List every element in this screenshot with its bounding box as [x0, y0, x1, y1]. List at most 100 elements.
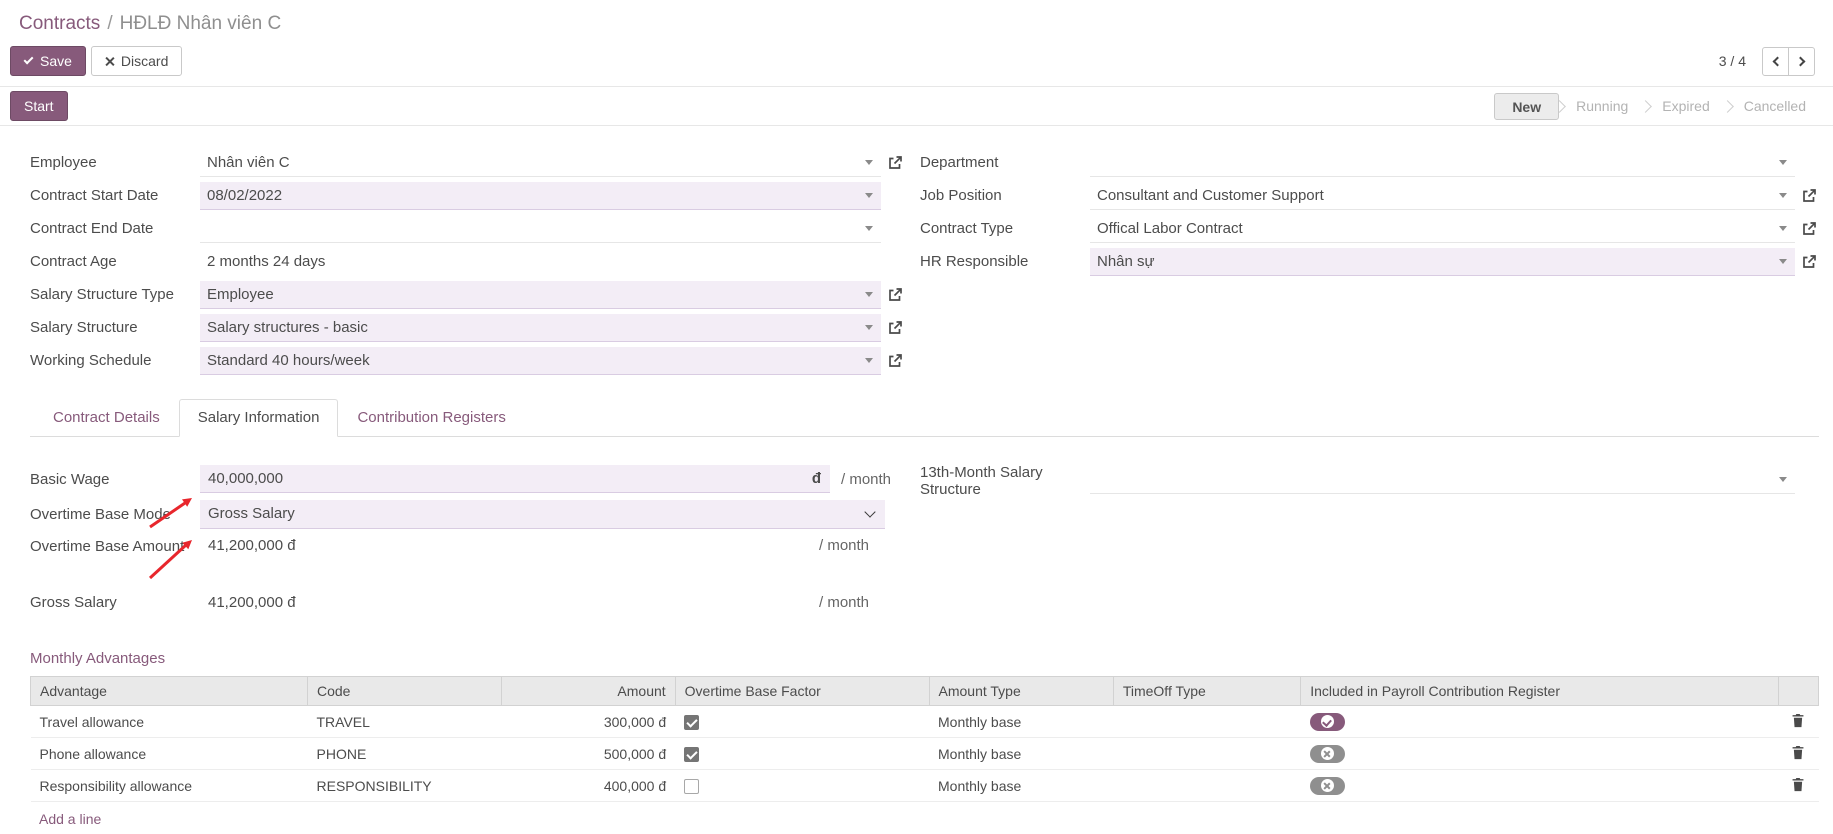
add-a-line-link[interactable]: Add a line: [39, 811, 101, 827]
column-amount-type[interactable]: Amount Type: [929, 677, 1113, 706]
delete-row-icon[interactable]: [1791, 777, 1805, 792]
column-code[interactable]: Code: [308, 677, 502, 706]
amount-type-cell[interactable]: Monthly base: [929, 770, 1113, 802]
salary-structure-type-input[interactable]: Employee: [200, 281, 881, 309]
dropdown-caret-icon[interactable]: [1779, 226, 1787, 231]
external-link-icon[interactable]: [887, 353, 905, 369]
timeoff-type-cell[interactable]: [1113, 738, 1300, 770]
salary-right-column: 13th-Month Salary Structure: [920, 464, 1819, 622]
external-link-icon[interactable]: [1801, 254, 1819, 270]
included-toggle[interactable]: [1310, 713, 1345, 731]
amount-type-cell[interactable]: Monthly base: [929, 706, 1113, 738]
dropdown-caret-icon[interactable]: [865, 226, 873, 231]
dropdown-caret-icon[interactable]: [1779, 477, 1787, 482]
row-actions-cell[interactable]: [1778, 770, 1818, 802]
overtime-factor-cell[interactable]: [675, 738, 929, 770]
advantage-name-cell[interactable]: Phone allowance: [31, 738, 308, 770]
salary-structure-label: Salary Structure: [30, 319, 200, 336]
external-link-icon[interactable]: [887, 287, 905, 303]
basic-wage-suffix: / month: [841, 471, 891, 488]
contract-type-input[interactable]: Offical Labor Contract: [1090, 215, 1795, 243]
advantage-code-cell[interactable]: TRAVEL: [308, 706, 502, 738]
salary-structure-input[interactable]: Salary structures - basic: [200, 314, 881, 342]
external-link-icon[interactable]: [1801, 221, 1819, 237]
overtime-factor-cell[interactable]: [675, 770, 929, 802]
delete-row-icon[interactable]: [1791, 745, 1805, 760]
timeoff-type-cell[interactable]: [1113, 706, 1300, 738]
tab-salary-information[interactable]: Salary Information: [179, 399, 339, 437]
employee-input[interactable]: Nhân viên C: [200, 149, 881, 177]
row-actions-cell[interactable]: [1778, 706, 1818, 738]
tab-contribution-registers[interactable]: Contribution Registers: [338, 399, 524, 437]
job-position-input[interactable]: Consultant and Customer Support: [1090, 182, 1795, 210]
included-cell[interactable]: [1301, 738, 1778, 770]
advantage-code-cell[interactable]: RESPONSIBILITY: [308, 770, 502, 802]
external-link-icon[interactable]: [887, 155, 905, 171]
stage-running[interactable]: Running: [1559, 93, 1645, 120]
column-overtime-base-factor[interactable]: Overtime Base Factor: [675, 677, 929, 706]
stage-cancelled[interactable]: Cancelled: [1727, 93, 1823, 120]
advantage-code-cell[interactable]: PHONE: [308, 738, 502, 770]
stage-new[interactable]: New: [1494, 93, 1559, 120]
dropdown-caret-icon[interactable]: [1779, 259, 1787, 264]
external-link-icon[interactable]: [1801, 188, 1819, 204]
advantage-amount-cell[interactable]: 400,000 đ: [502, 770, 675, 802]
overtime-factor-cell[interactable]: [675, 706, 929, 738]
save-button[interactable]: Save: [10, 46, 86, 76]
delete-row-icon[interactable]: [1791, 713, 1805, 728]
thirteenth-month-label: 13th-Month Salary Structure: [920, 464, 1090, 498]
table-row[interactable]: Responsibility allowance RESPONSIBILITY …: [31, 770, 1819, 802]
dropdown-caret-icon[interactable]: [865, 358, 873, 363]
overtime-factor-checkbox[interactable]: [684, 747, 699, 762]
included-cell[interactable]: [1301, 706, 1778, 738]
hr-responsible-input[interactable]: Nhân sự: [1090, 248, 1795, 276]
advantage-amount-cell[interactable]: 500,000 đ: [502, 738, 675, 770]
table-row[interactable]: Travel allowance TRAVEL 300,000 đ Monthl…: [31, 706, 1819, 738]
table-row[interactable]: Phone allowance PHONE 500,000 đ Monthly …: [31, 738, 1819, 770]
advantage-name-cell[interactable]: Travel allowance: [31, 706, 308, 738]
column-advantage[interactable]: Advantage: [31, 677, 308, 706]
contract-start-date-input[interactable]: 08/02/2022: [200, 182, 881, 210]
breadcrumb-contracts-link[interactable]: Contracts: [19, 13, 100, 34]
monthly-advantages-table: Advantage Code Amount Overtime Base Fact…: [30, 676, 1819, 802]
contract-end-date-input[interactable]: [200, 215, 881, 243]
external-link-icon[interactable]: [887, 320, 905, 336]
chevron-right-icon: [1795, 56, 1805, 66]
start-button[interactable]: Start: [10, 91, 68, 121]
column-amount[interactable]: Amount: [502, 677, 675, 706]
dropdown-caret-icon[interactable]: [865, 292, 873, 297]
dropdown-caret-icon[interactable]: [1779, 160, 1787, 165]
pager-previous-button[interactable]: [1762, 47, 1789, 76]
department-input[interactable]: [1090, 149, 1795, 177]
advantage-amount-cell[interactable]: 300,000 đ: [502, 706, 675, 738]
start-button-label: Start: [24, 98, 54, 114]
advantage-name-cell[interactable]: Responsibility allowance: [31, 770, 308, 802]
basic-wage-input[interactable]: 40,000,000 đ: [200, 465, 830, 493]
stage-expired[interactable]: Expired: [1645, 93, 1726, 120]
overtime-factor-checkbox[interactable]: [684, 715, 699, 730]
timeoff-type-cell[interactable]: [1113, 770, 1300, 802]
contract-type-value: Offical Labor Contract: [1097, 220, 1243, 237]
thirteenth-month-input[interactable]: [1090, 464, 1795, 494]
row-actions-cell[interactable]: [1778, 738, 1818, 770]
overtime-factor-checkbox[interactable]: [684, 779, 699, 794]
overtime-base-amount-suffix: / month: [819, 534, 869, 554]
working-schedule-input[interactable]: Standard 40 hours/week: [200, 347, 881, 375]
column-included-in-register[interactable]: Included in Payroll Contribution Registe…: [1301, 677, 1778, 706]
tab-contract-details[interactable]: Contract Details: [34, 399, 179, 437]
chevron-down-icon: [864, 506, 875, 517]
column-timeoff-type[interactable]: TimeOff Type: [1113, 677, 1300, 706]
hr-responsible-value: Nhân sự: [1097, 253, 1155, 270]
job-position-value: Consultant and Customer Support: [1097, 187, 1324, 204]
included-cell[interactable]: [1301, 770, 1778, 802]
amount-type-cell[interactable]: Monthly base: [929, 738, 1113, 770]
dropdown-caret-icon[interactable]: [865, 193, 873, 198]
dropdown-caret-icon[interactable]: [1779, 193, 1787, 198]
overtime-base-mode-select[interactable]: Gross Salary: [200, 500, 885, 529]
dropdown-caret-icon[interactable]: [865, 325, 873, 330]
discard-button[interactable]: Discard: [91, 46, 182, 76]
pager-next-button[interactable]: [1788, 47, 1815, 76]
included-toggle[interactable]: [1310, 777, 1345, 795]
dropdown-caret-icon[interactable]: [865, 160, 873, 165]
included-toggle[interactable]: [1310, 745, 1345, 763]
